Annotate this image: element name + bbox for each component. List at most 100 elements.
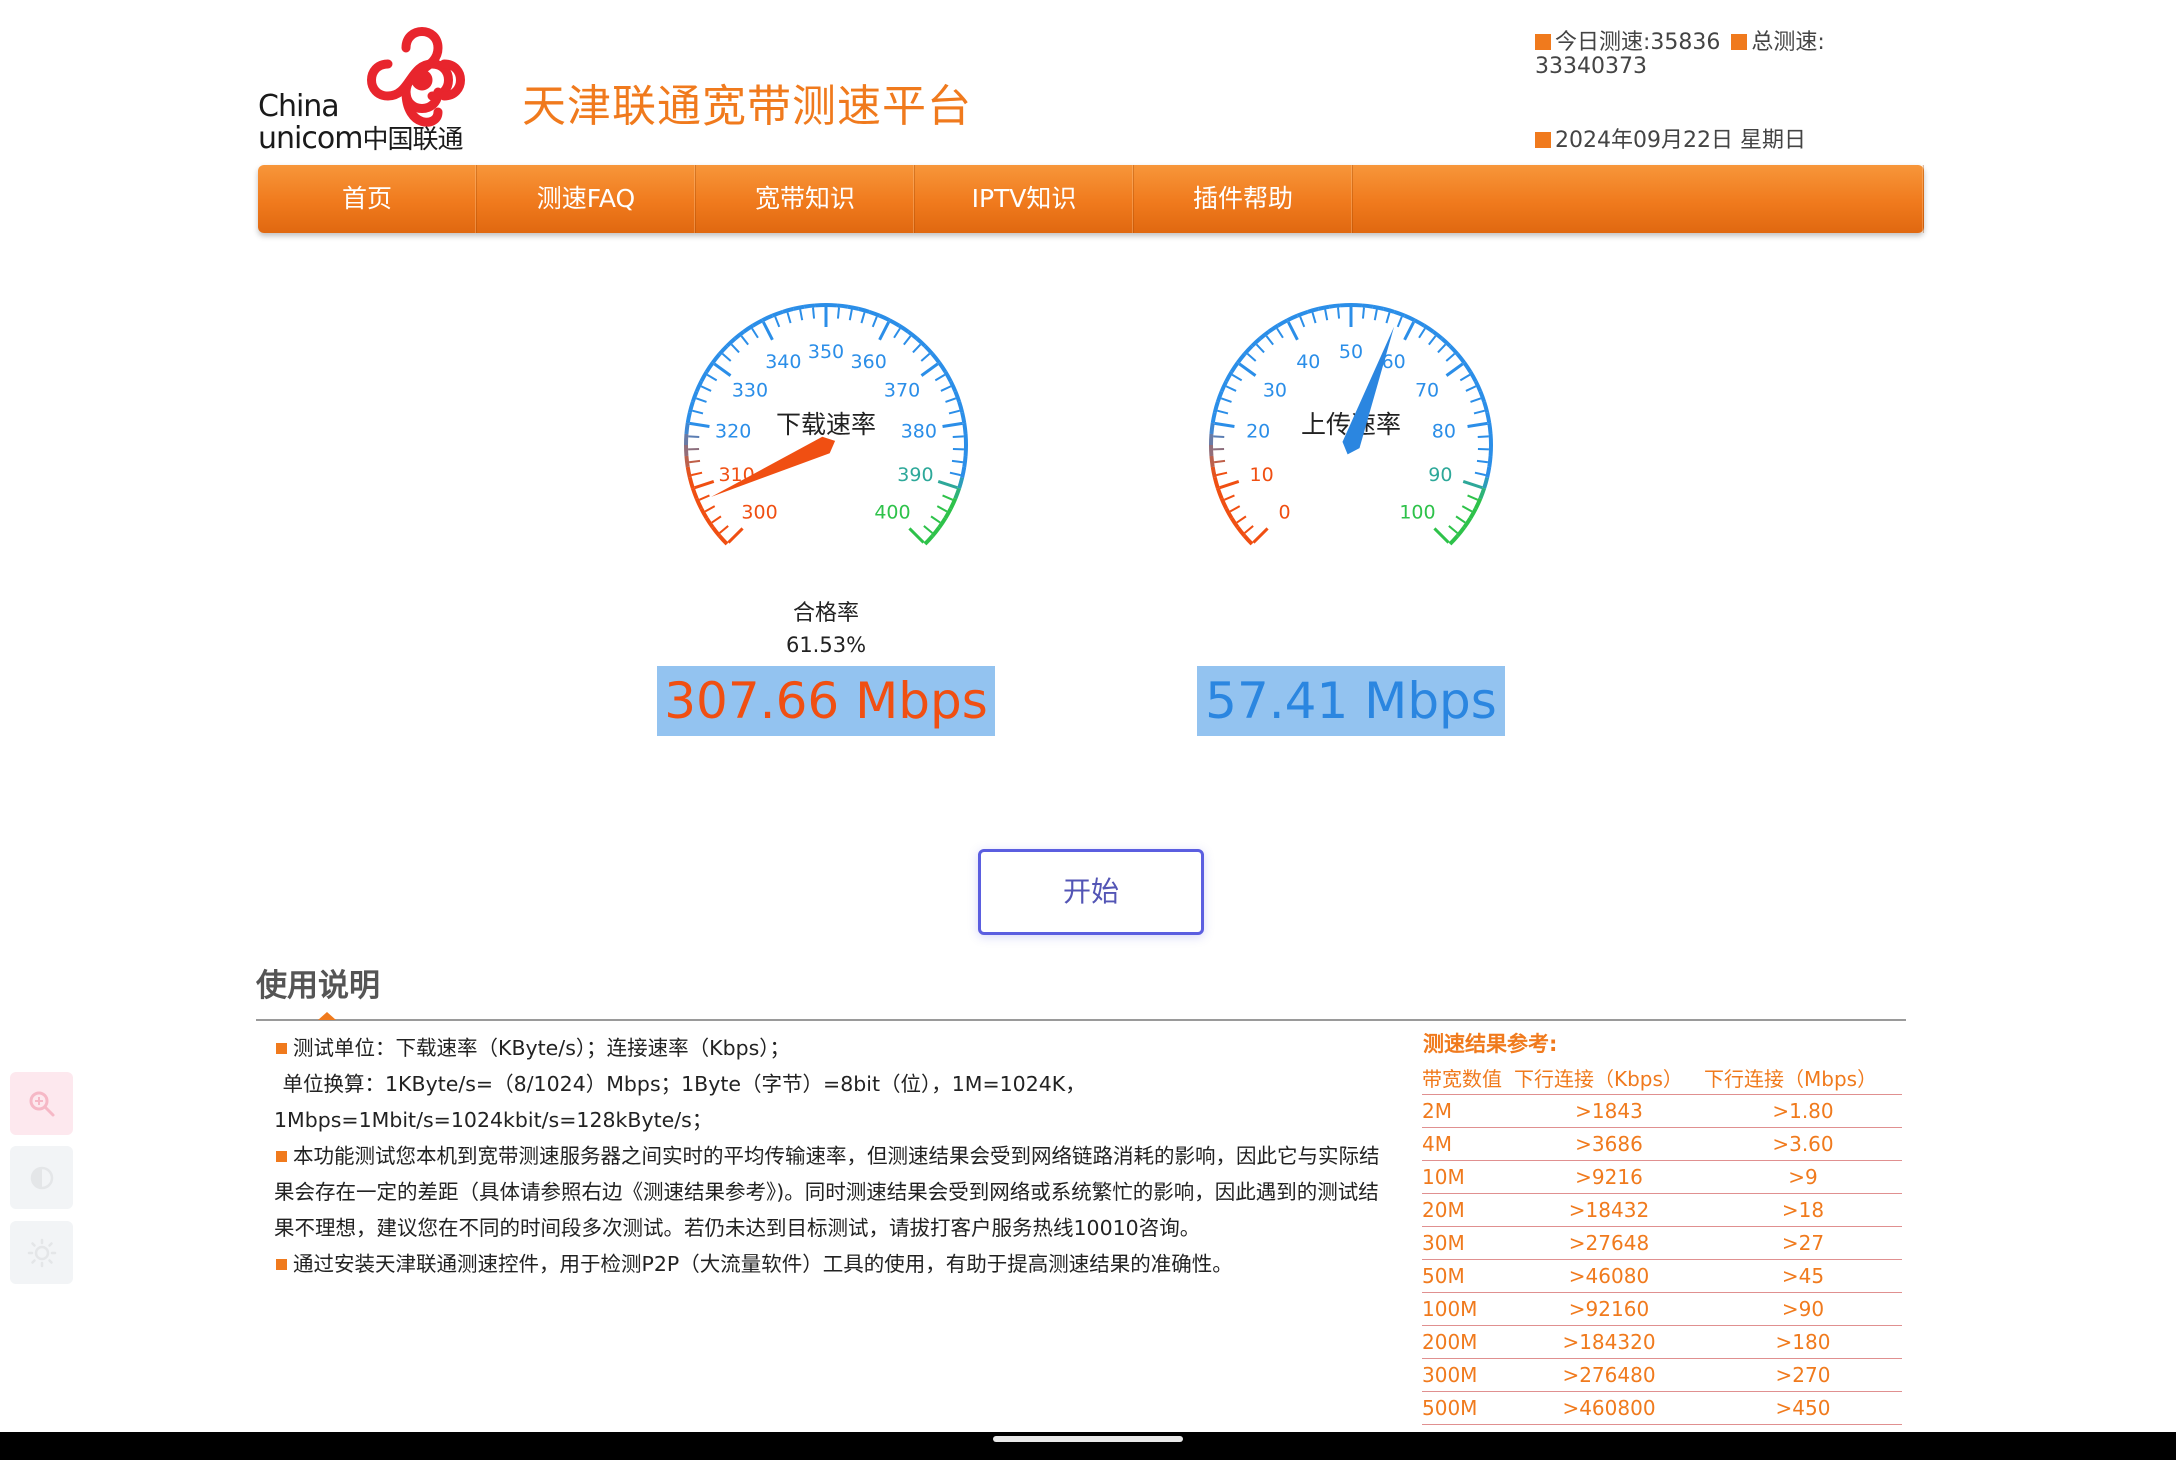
- table-cell: >18432: [1514, 1193, 1704, 1227]
- upload-major-tick: [1467, 421, 1488, 429]
- total-count-value: 33340373: [1535, 54, 1647, 79]
- upload-arc-segment: [1219, 380, 1229, 393]
- contrast-button[interactable]: [10, 1146, 73, 1209]
- upload-arc-segment: [1236, 526, 1247, 538]
- download-minor-tick: [719, 525, 729, 534]
- download-arc-segment: [742, 323, 754, 334]
- nav-spacer: [1353, 165, 1924, 233]
- upload-minor-tick: [1213, 435, 1225, 439]
- zoom-icon: [29, 1091, 54, 1116]
- upload-minor-tick: [1361, 307, 1365, 319]
- download-minor-tick: [698, 494, 710, 501]
- table-cell: >18: [1704, 1193, 1902, 1227]
- table-cell: 500M: [1422, 1391, 1514, 1425]
- download-minor-tick: [949, 471, 961, 477]
- download-tick-label: 360: [851, 351, 887, 373]
- upload-minor-tick: [1231, 373, 1243, 382]
- home-indicator[interactable]: [993, 1436, 1183, 1442]
- table-cell: 20M: [1422, 1193, 1514, 1227]
- table-cell: >184320: [1514, 1325, 1704, 1359]
- upload-arc-segment: [1448, 344, 1459, 356]
- upload-minor-tick: [1459, 373, 1471, 382]
- download-minor-tick: [774, 316, 781, 328]
- pass-rate-value: 61.53%: [786, 633, 866, 657]
- download-minor-tick: [688, 435, 700, 439]
- column-header: 下行连接（Kbps）: [1514, 1060, 1704, 1095]
- download-arc-segment: [923, 344, 934, 356]
- upload-tick-label: 100: [1399, 501, 1435, 523]
- orange-square-icon: [1731, 34, 1748, 50]
- download-minor-tick: [871, 316, 878, 328]
- nav-iptv-knowledge[interactable]: IPTV知识: [915, 165, 1134, 233]
- download-major-tick: [908, 527, 925, 544]
- download-tick-label: 330: [732, 380, 768, 402]
- nav-plugin-help[interactable]: 插件帮助: [1134, 165, 1353, 233]
- table-row: 200M >184320 >180: [1422, 1325, 1902, 1359]
- table-cell: 100M: [1422, 1292, 1514, 1326]
- upload-arc-segment: [1229, 517, 1240, 529]
- upload-arc-segment: [1478, 487, 1487, 500]
- upload-major-tick: [1462, 480, 1483, 490]
- upload-arc-segment: [1229, 361, 1240, 373]
- download-minor-tick: [786, 312, 792, 324]
- upload-major-tick: [1445, 362, 1464, 377]
- table-cell: >46080: [1514, 1259, 1704, 1293]
- upload-major-tick: [1287, 321, 1299, 341]
- main-nav: 首页 测速FAQ 宽带知识 IPTV知识 插件帮助: [258, 165, 1924, 233]
- download-minor-tick: [700, 385, 712, 392]
- download-arc-segment: [704, 517, 715, 529]
- upload-tick-label: 40: [1296, 351, 1320, 373]
- upload-minor-tick: [1229, 505, 1241, 513]
- download-arc-segment: [685, 411, 692, 424]
- table-cell: 4M: [1422, 1127, 1514, 1161]
- table-cell: >27: [1704, 1226, 1902, 1260]
- upload-minor-tick: [1385, 312, 1391, 324]
- upload-speed-readout: 57.41 Mbps: [1197, 666, 1505, 736]
- zoom-button[interactable]: [10, 1072, 73, 1135]
- logo-text-unicom: unicom: [258, 121, 363, 156]
- table-cell: >3686: [1514, 1127, 1704, 1161]
- download-tick-label: 390: [897, 464, 933, 486]
- contrast-icon: [30, 1166, 53, 1189]
- download-arc-segment: [878, 313, 891, 323]
- total-count-label: 总测速:: [1751, 30, 1825, 55]
- table-row: 20M >18432 >18: [1422, 1193, 1902, 1227]
- table-cell: >3.60: [1704, 1127, 1902, 1161]
- upload-minor-tick: [1255, 343, 1265, 354]
- upload-arc-segment: [1372, 304, 1385, 311]
- download-minor-tick: [688, 459, 701, 464]
- download-arc-segment: [687, 477, 695, 489]
- download-minor-tick: [751, 327, 759, 339]
- upload-minor-tick: [1324, 309, 1329, 321]
- download-tick-label: 320: [715, 420, 751, 442]
- download-arc-segment: [782, 306, 794, 314]
- current-date: 2024年09月22日 星期日: [1555, 128, 1806, 153]
- upload-minor-tick: [1337, 307, 1341, 319]
- start-button[interactable]: 开始: [978, 849, 1204, 935]
- download-minor-tick: [936, 505, 948, 513]
- table-row: 10M >9216 >9: [1422, 1160, 1902, 1194]
- table-cell: >1.80: [1704, 1094, 1902, 1128]
- download-arc-segment: [836, 303, 849, 309]
- brightness-button[interactable]: [10, 1221, 73, 1284]
- download-arc-segment: [962, 455, 968, 468]
- upload-minor-tick: [1467, 494, 1479, 501]
- download-arc-segment: [711, 352, 722, 364]
- upload-arc-segment: [1448, 534, 1459, 546]
- download-arc-segment: [957, 477, 965, 489]
- upload-tick-label: 80: [1432, 420, 1456, 442]
- table-cell: 2M: [1422, 1094, 1514, 1128]
- upload-minor-tick: [1217, 409, 1229, 415]
- nav-broadband-knowledge[interactable]: 宽带知识: [696, 165, 915, 233]
- download-minor-tick: [799, 309, 804, 321]
- orange-square-icon: [1535, 34, 1551, 50]
- upload-arc-segment: [1485, 466, 1492, 479]
- upload-arc-segment: [1276, 318, 1289, 328]
- download-minor-tick: [692, 409, 704, 415]
- upload-major-tick: [1219, 480, 1240, 490]
- nav-home[interactable]: 首页: [258, 165, 477, 233]
- nav-faq[interactable]: 测速FAQ: [477, 165, 696, 233]
- test-count-line-1: 今日测速:35836 总测速:: [1535, 24, 1825, 56]
- download-major-tick: [689, 421, 710, 429]
- table-cell: >460800: [1514, 1391, 1704, 1425]
